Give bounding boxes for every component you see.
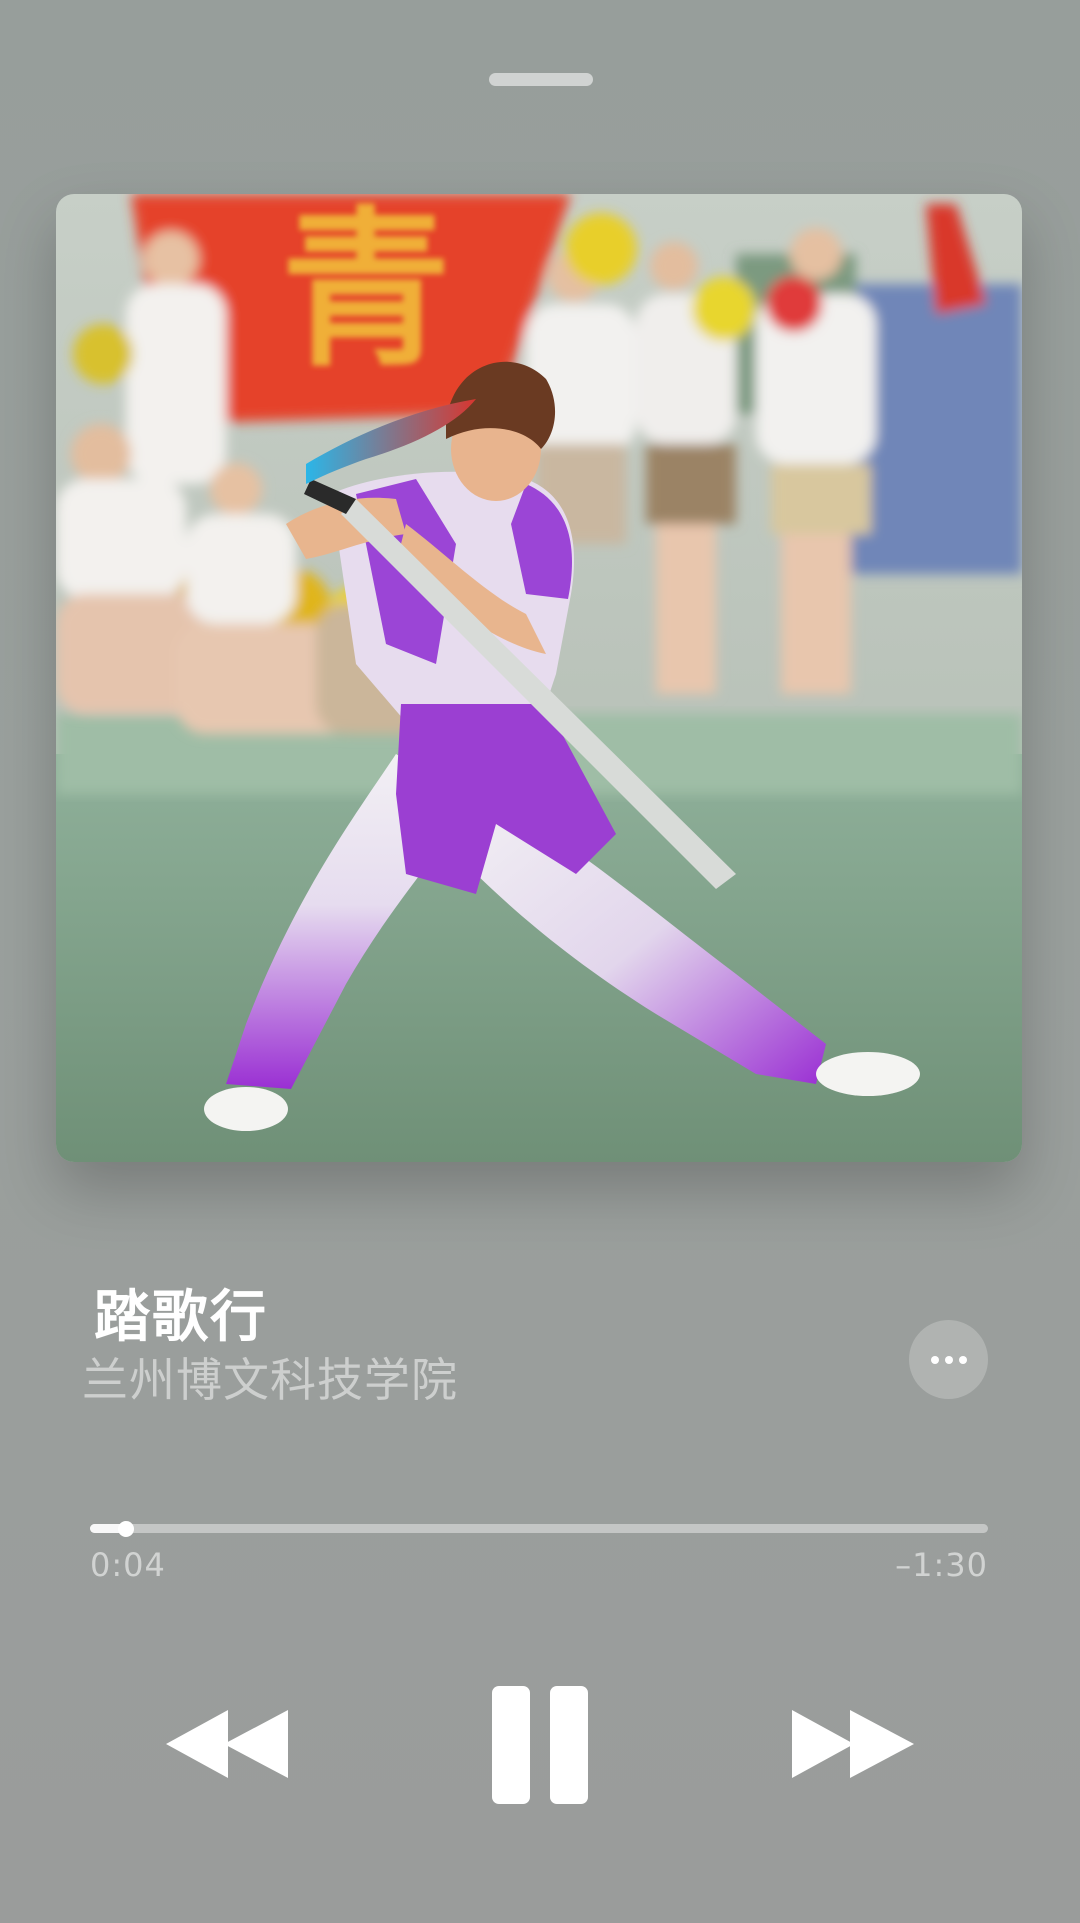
pause-icon [492,1686,588,1804]
scrubber-knob[interactable] [117,1520,134,1537]
track-title: 踏歌行 [94,1285,268,1350]
playback-scrubber[interactable] [90,1520,988,1537]
elapsed-time: 0:04 [90,1546,166,1584]
rewind-button[interactable] [166,1706,292,1782]
banner-text: 青 [281,194,451,390]
artist-name[interactable]: 兰州博文科技学院 [82,1344,458,1410]
album-artwork: 青 [56,194,1022,1162]
drag-handle-icon[interactable] [489,73,593,86]
ellipsis-icon [930,1355,939,1364]
rewind-icon [166,1710,288,1778]
fast-forward-button[interactable] [788,1706,914,1782]
fast-forward-icon [792,1710,914,1778]
more-options-button[interactable] [909,1320,988,1399]
remaining-time: –1:30 [895,1546,988,1584]
ellipsis-icon [958,1355,967,1364]
ellipsis-icon [944,1355,953,1364]
pause-button[interactable] [490,1686,590,1804]
